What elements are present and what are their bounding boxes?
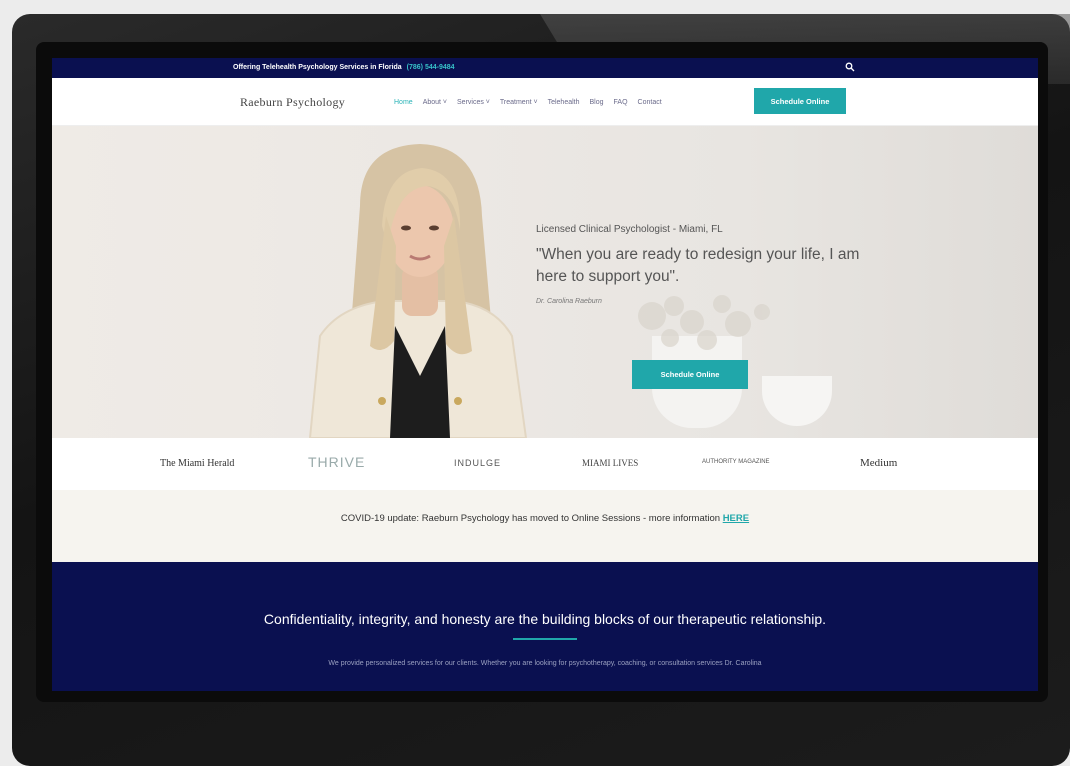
decorative-vase [762, 376, 832, 426]
notice-text: COVID-19 update: Raeburn Psychology has … [340, 513, 721, 524]
press-logo-miami-lives[interactable]: MIAMI LIVES [582, 458, 638, 468]
hero-quote: "When you are ready to redesign your lif… [536, 246, 860, 285]
hero-section: Licensed Clinical Psychologist - Miami, … [52, 126, 1038, 438]
announcement-text: Offering Telehealth Psychology Services … [233, 64, 455, 71]
nav-item-services[interactable]: Services ˅ [457, 99, 490, 106]
values-body-text: We provide personalized services for our… [328, 660, 762, 667]
values-section: Confidentiality, integrity, and honesty … [52, 562, 1038, 691]
press-logo-miami-herald[interactable]: The Miami Herald [160, 458, 234, 469]
notice-text-block: COVID-19 update: Raeburn Psychology has … [330, 511, 760, 526]
notice-link[interactable]: HERE [723, 513, 749, 524]
site-logo[interactable]: Raeburn Psychology [240, 95, 345, 110]
nav-item-home[interactable]: Home [394, 99, 413, 106]
search-icon[interactable] [845, 62, 855, 72]
schedule-online-button[interactable]: Schedule Online [754, 88, 846, 114]
hero-signature: Dr. Carolina Raeburn [536, 298, 602, 305]
nav-item-faq[interactable]: FAQ [614, 99, 628, 106]
main-navigation: Raeburn Psychology Home About ˅ Services… [52, 78, 1038, 126]
hero-subtitle: Licensed Clinical Psychologist - Miami, … [536, 224, 723, 235]
press-logo-thrive[interactable]: THRIVE [308, 454, 365, 470]
heading-divider [513, 638, 577, 640]
hero-schedule-button[interactable]: Schedule Online [632, 360, 748, 389]
values-heading: Confidentiality, integrity, and honesty … [263, 611, 827, 627]
announcement-bar: Offering Telehealth Psychology Services … [52, 58, 1038, 78]
nav-item-telehealth[interactable]: Telehealth [548, 99, 580, 106]
press-logo-authority-magazine[interactable]: AUTHORITY MAGAZINE [702, 459, 770, 465]
covid-notice: COVID-19 update: Raeburn Psychology has … [52, 490, 1038, 562]
nav-item-blog[interactable]: Blog [590, 99, 604, 106]
press-logos-bar: The Miami Herald THRIVE INDULGE MIAMI LI… [52, 438, 1038, 490]
dried-flowers-decor [638, 295, 770, 350]
phone-link[interactable]: (786) 544-9484 [407, 64, 455, 71]
nav-item-about[interactable]: About ˅ [423, 99, 447, 106]
nav-item-treatment[interactable]: Treatment ˅ [500, 99, 538, 106]
press-logo-medium[interactable]: Medium [860, 457, 897, 469]
nav-item-contact[interactable]: Contact [638, 99, 662, 106]
website-screen: Offering Telehealth Psychology Services … [52, 58, 1038, 691]
nav-menu: Home About ˅ Services ˅ Treatment ˅ Tele… [394, 99, 662, 106]
announcement-message: Offering Telehealth Psychology Services … [233, 64, 402, 71]
press-logo-indulge[interactable]: INDULGE [454, 458, 501, 468]
psychologist-portrait [308, 144, 528, 438]
